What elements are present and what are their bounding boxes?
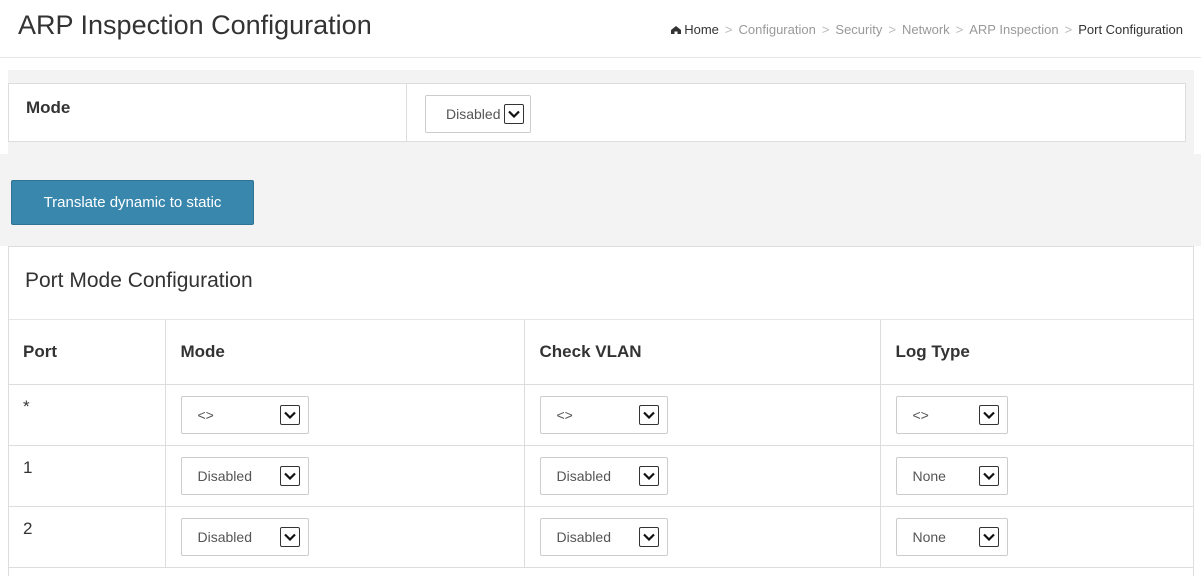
- check-vlan-value: Disabled: [556, 467, 611, 484]
- port-cell: *: [8, 384, 166, 446]
- column-header-port: Port: [8, 320, 166, 385]
- table-row: * <> <> <>: [8, 384, 1194, 446]
- page-title: ARP Inspection Configuration: [18, 10, 372, 40]
- global-mode-select[interactable]: Disabled: [425, 95, 532, 133]
- breadcrumb-home[interactable]: Home: [670, 22, 719, 37]
- log-type-value: None: [912, 467, 946, 484]
- breadcrumb-home-label: Home: [684, 22, 719, 37]
- breadcrumb-separator: >: [955, 22, 964, 37]
- mode-cell: <>: [165, 384, 525, 446]
- breadcrumb-item-security[interactable]: Security: [835, 22, 882, 37]
- breadcrumb-separator: >: [1064, 22, 1073, 37]
- breadcrumb-current: Port Configuration: [1078, 22, 1183, 37]
- chevron-down-icon: [638, 526, 659, 547]
- breadcrumb-item-configuration[interactable]: Configuration: [738, 22, 815, 37]
- chevron-down-icon: [978, 526, 999, 547]
- mode-value: Disabled: [197, 528, 252, 545]
- check-vlan-cell: Disabled: [524, 506, 881, 568]
- port-mode-table: Port Mode Check VLAN Log Type * <> <> <>…: [8, 320, 1194, 568]
- global-settings: Mode Disabled: [8, 70, 1194, 154]
- log-type-cell: None: [880, 506, 1194, 568]
- check-vlan-select[interactable]: <>: [539, 395, 668, 434]
- check-vlan-cell: <>: [524, 384, 881, 446]
- log-type-select[interactable]: None: [895, 517, 1008, 556]
- home-icon: [671, 26, 682, 34]
- breadcrumb-item-arp-inspection[interactable]: ARP Inspection: [969, 22, 1058, 37]
- global-mode-value: Disabled: [446, 106, 501, 122]
- chevron-down-icon: [978, 404, 999, 425]
- breadcrumb-separator: >: [888, 22, 896, 37]
- port-cell: 2: [8, 506, 166, 568]
- check-vlan-select[interactable]: Disabled: [539, 456, 668, 495]
- log-type-select[interactable]: None: [895, 456, 1008, 495]
- mode-cell: Disabled: [165, 445, 525, 507]
- global-mode-cell: Disabled: [407, 84, 549, 141]
- global-mode-row: Mode Disabled: [8, 83, 1186, 142]
- translate-dynamic-to-static-button[interactable]: Translate dynamic to static: [11, 180, 254, 225]
- action-bar: Translate dynamic to static: [0, 154, 1201, 230]
- log-type-value: None: [912, 528, 946, 545]
- check-vlan-cell: Disabled: [524, 445, 881, 507]
- breadcrumb: Home > Configuration > Security > Network > ARP …: [670, 22, 1183, 37]
- log-type-select[interactable]: <>: [895, 395, 1008, 434]
- log-type-cell: None: [880, 445, 1194, 507]
- log-type-cell: <>: [880, 384, 1194, 446]
- chevron-down-icon: [279, 526, 300, 547]
- mode-value: <>: [197, 406, 214, 423]
- port-cell: 1: [8, 445, 166, 507]
- check-vlan-select[interactable]: Disabled: [539, 517, 668, 556]
- mode-select[interactable]: Disabled: [180, 517, 309, 556]
- check-vlan-value: Disabled: [556, 528, 611, 545]
- page-header: ARP Inspection Configuration Home > Config…: [0, 0, 1201, 58]
- table-row: 2 Disabled Disabled None: [8, 506, 1194, 568]
- table-row: 1 Disabled Disabled None: [8, 445, 1194, 507]
- chevron-down-icon: [504, 104, 525, 124]
- mode-select[interactable]: Disabled: [180, 456, 309, 495]
- chevron-down-icon: [978, 465, 999, 486]
- port-mode-panel: Port Mode Configuration Port Mode Check …: [8, 246, 1194, 576]
- column-header-check-vlan: Check VLAN: [524, 320, 881, 385]
- log-type-value: <>: [912, 406, 929, 423]
- column-header-log-type: Log Type: [880, 320, 1194, 385]
- mode-cell: Disabled: [165, 506, 525, 568]
- chevron-down-icon: [638, 404, 659, 425]
- global-mode-label: Mode: [9, 84, 407, 141]
- breadcrumb-item-network[interactable]: Network: [902, 22, 950, 37]
- check-vlan-value: <>: [556, 406, 573, 423]
- table-header-row: Port Mode Check VLAN Log Type: [8, 320, 1194, 385]
- breadcrumb-separator: >: [821, 22, 830, 37]
- breadcrumb-separator: >: [724, 22, 733, 37]
- chevron-down-icon: [638, 465, 659, 486]
- panel-title: Port Mode Configuration: [9, 247, 1193, 320]
- chevron-down-icon: [279, 404, 300, 425]
- chevron-down-icon: [279, 465, 300, 486]
- mode-select[interactable]: <>: [180, 395, 309, 434]
- column-header-mode: Mode: [165, 320, 525, 385]
- mode-value: Disabled: [197, 467, 252, 484]
